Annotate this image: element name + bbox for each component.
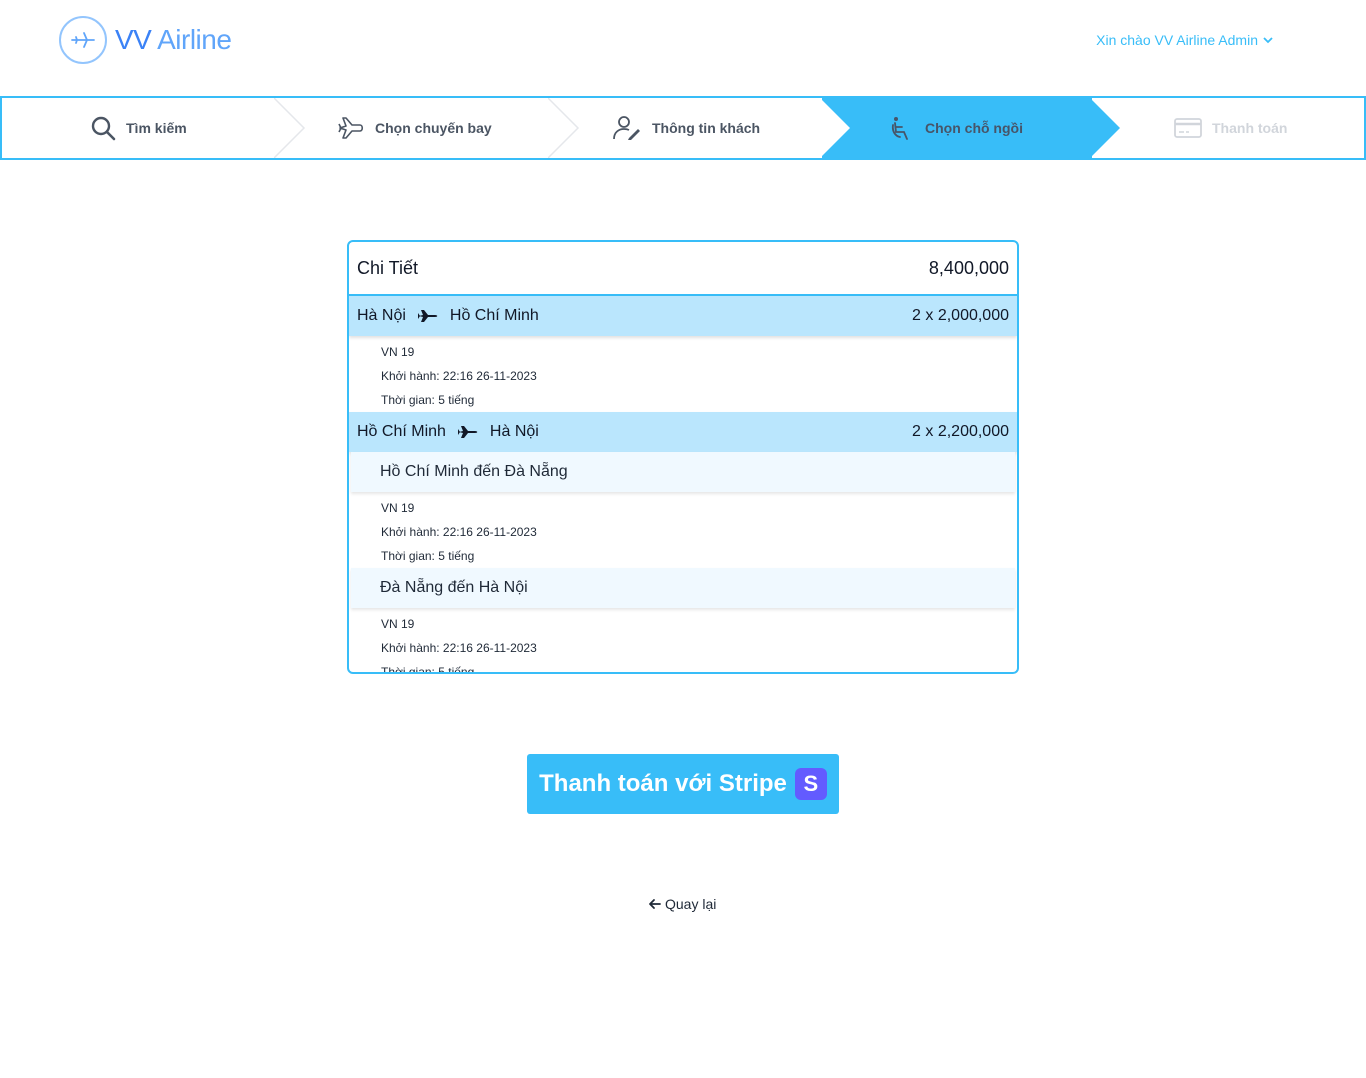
card-header: Chi Tiết 8,400,000 [349, 242, 1017, 296]
flight-duration: Thời gian: 5 tiếng [381, 665, 475, 674]
total-price: 8,400,000 [928, 257, 1009, 278]
user-edit-icon [613, 116, 640, 140]
header: VV Airline Xin chào VV Airline Admin [0, 0, 1366, 96]
back-link[interactable]: Quay lại [648, 896, 716, 912]
active-step-arrow [1090, 98, 1120, 158]
plane-icon [457, 424, 478, 440]
booking-stepper: Tìm kiếm Chọn chuyến bay Thông tin khách… [0, 96, 1366, 160]
route-to: Hồ Chí Minh [449, 307, 539, 324]
user-menu[interactable]: Xin chào VV Airline Admin [1096, 32, 1274, 48]
leg-title: Đà Nẵng đến Hà Nội [351, 568, 1015, 608]
chevron-down-icon [1263, 37, 1273, 44]
pay-with-stripe-button[interactable]: Thanh toán với Stripe S [527, 754, 839, 814]
airplane-logo-icon [59, 16, 107, 64]
step-divider [274, 98, 306, 158]
step-passenger-info[interactable]: Thông tin khách [612, 98, 760, 158]
route-to: Hà Nội [489, 423, 539, 440]
step-divider [548, 98, 580, 158]
flight-number: VN 19 [381, 345, 415, 359]
flight-duration: Thời gian: 5 tiếng [381, 393, 475, 407]
search-icon [91, 116, 116, 141]
route-price: 2 x 2,000,000 [912, 307, 1009, 324]
flight-number: VN 19 [381, 617, 415, 631]
step-label: Chọn chỗ ngồi [925, 120, 1023, 136]
step-label: Thông tin khách [652, 120, 761, 136]
step-payment: Thanh toán [1174, 98, 1287, 158]
departure-time: Khởi hành: 22:16 26-11-2023 [381, 369, 537, 383]
flight-info: VN 19 Khởi hành: 22:16 26-11-2023 Thời g… [349, 336, 1017, 412]
step-choose-seat[interactable]: Chọn chỗ ngồi [889, 98, 1023, 158]
step-label: Tìm kiếm [126, 120, 187, 136]
credit-card-icon [1174, 118, 1202, 138]
plane-icon [417, 308, 438, 324]
back-label: Quay lại [665, 896, 717, 912]
stripe-logo-icon: S [794, 768, 827, 800]
pay-button-label: Thanh toán với Stripe [539, 770, 787, 797]
outbound-route: Hà Nội Hồ Chí Minh 2 x 2,000,000 [349, 296, 1017, 336]
brand-name: VV Airline [115, 24, 232, 55]
route-from: Hồ Chí Minh [357, 423, 446, 440]
card-title: Chi Tiết [357, 257, 419, 278]
leg-title: Hồ Chí Minh đến Đà Nẵng [351, 452, 1015, 492]
step-search[interactable]: Tìm kiếm [90, 98, 187, 158]
step-label: Thanh toán [1212, 120, 1288, 136]
route-price: 2 x 2,200,000 [912, 423, 1009, 440]
return-route: Hồ Chí Minh Hà Nội 2 x 2,200,000 [349, 412, 1017, 452]
flight-duration: Thời gian: 5 tiếng [381, 549, 475, 563]
flight-info: VN 19 Khởi hành: 22:16 26-11-2023 Thời g… [349, 492, 1017, 568]
flight-number: VN 19 [381, 501, 415, 515]
brand-logo[interactable]: VV Airline [59, 16, 232, 64]
departure-time: Khởi hành: 22:16 26-11-2023 [381, 525, 537, 539]
seat-icon [891, 117, 908, 140]
plane-icon [338, 117, 364, 139]
step-label: Chọn chuyến bay [375, 120, 492, 136]
booking-details-card: Chi Tiết 8,400,000 Hà Nội Hồ Chí Minh 2 … [347, 240, 1019, 674]
step-choose-flight[interactable]: Chọn chuyến bay [337, 98, 492, 158]
route-from: Hà Nội [357, 307, 406, 324]
departure-time: Khởi hành: 22:16 26-11-2023 [381, 641, 537, 655]
user-greeting: Xin chào VV Airline Admin [1096, 32, 1258, 48]
arrow-left-icon [649, 899, 661, 909]
flight-info: VN 19 Khởi hành: 22:16 26-11-2023 Thời g… [349, 608, 1017, 674]
active-step-notch [820, 98, 850, 158]
